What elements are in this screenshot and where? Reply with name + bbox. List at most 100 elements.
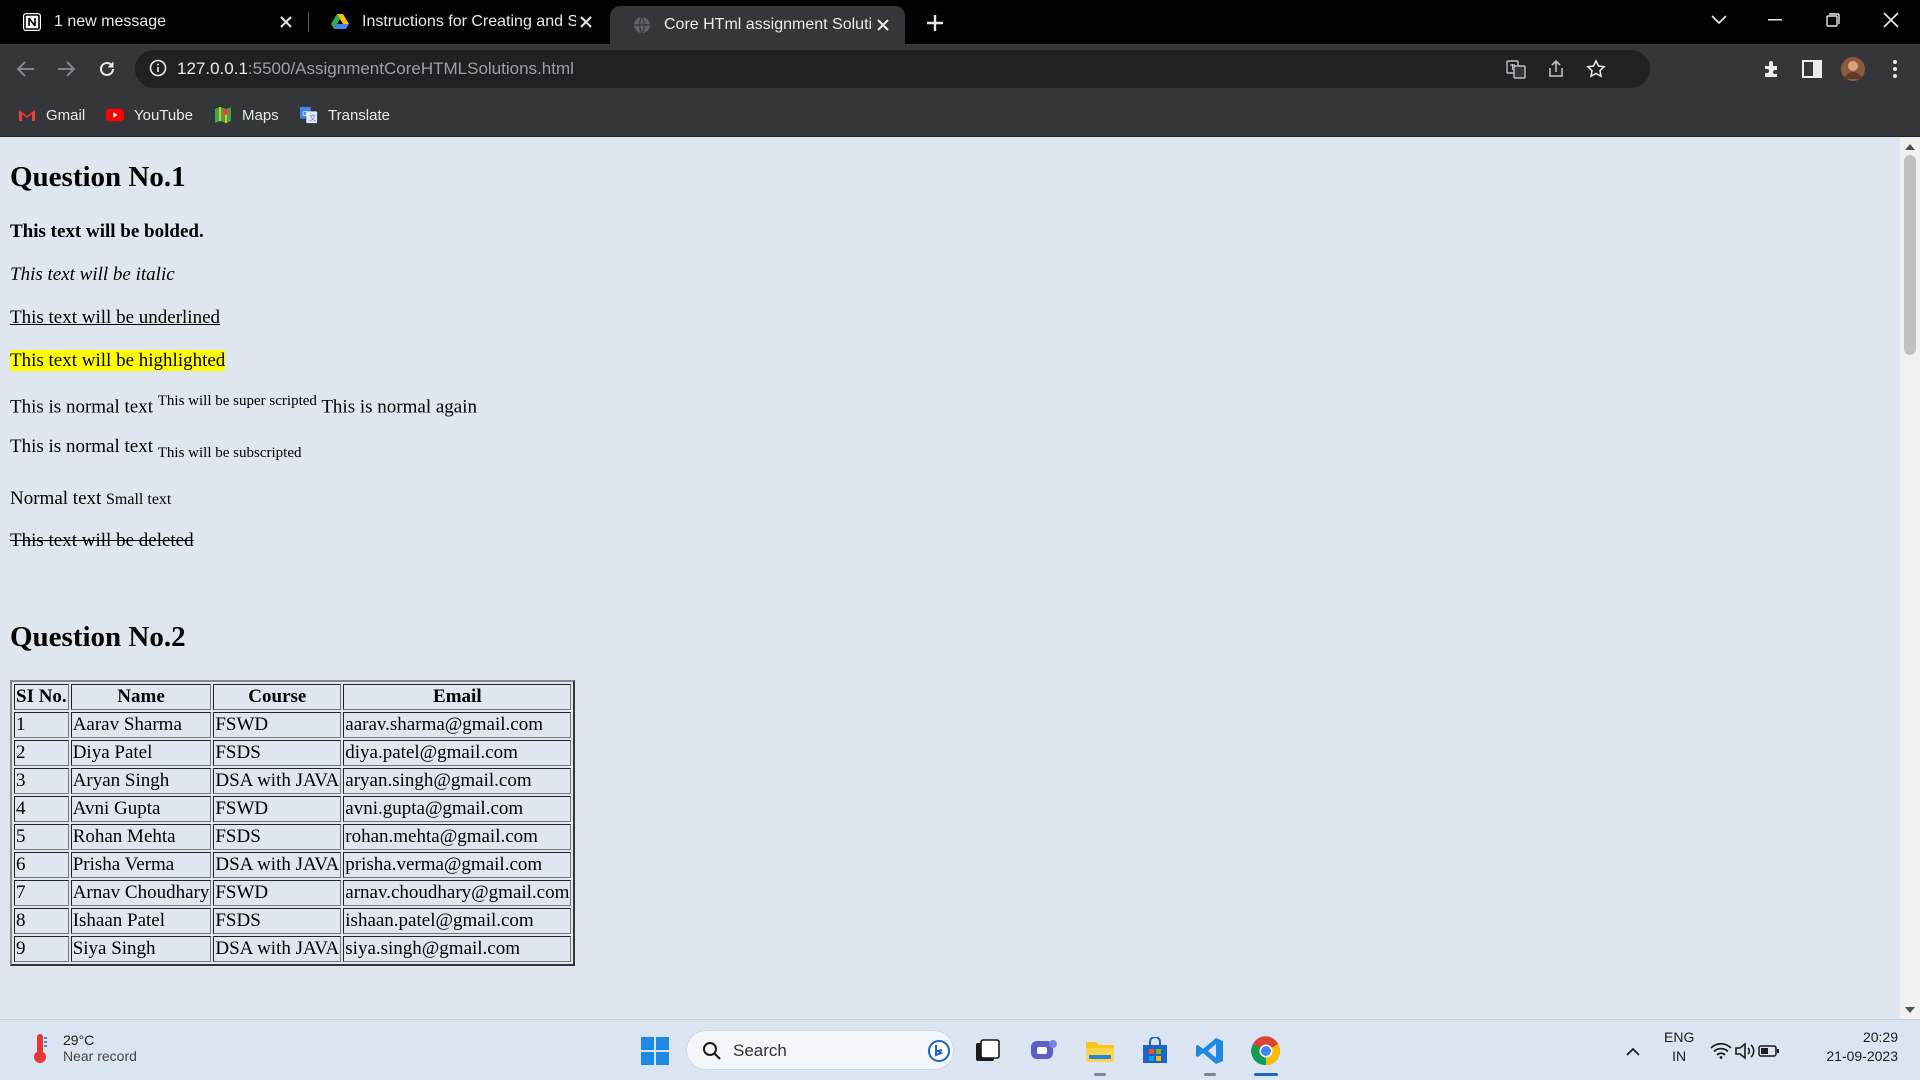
extensions-icon[interactable] bbox=[1757, 54, 1787, 84]
bookmark-translate[interactable]: G文 Translate bbox=[300, 102, 390, 128]
bold-text: This text will be bolded. bbox=[10, 221, 204, 243]
info-icon[interactable] bbox=[149, 59, 169, 79]
tab-2[interactable]: Instructions for Creating and Sub bbox=[308, 0, 608, 44]
bookmark-star-icon[interactable] bbox=[1585, 58, 1607, 80]
subscript-line: This is normal text This will be subscri… bbox=[10, 436, 302, 462]
table-cell: Aarav Sharma bbox=[70, 712, 212, 738]
table-cell: Arnav Choudhary bbox=[70, 880, 212, 906]
table-row: 9 Siya Singh DSA with JAVA siya.singh@gmail… bbox=[14, 936, 572, 962]
address-bar[interactable]: 127.0.0.1:5500/AssignmentCoreHTMLSolutio… bbox=[135, 50, 1650, 88]
clock[interactable]: 20:29 21-09-2023 bbox=[1812, 1028, 1898, 1066]
normal-text-again: This is normal again bbox=[321, 396, 477, 418]
table-cell: Rohan Mehta bbox=[70, 824, 212, 850]
scroll-down-icon[interactable] bbox=[1905, 1005, 1915, 1015]
italic-text-value: This text will be italic bbox=[10, 264, 175, 285]
bookmark-gmail[interactable]: Gmail bbox=[18, 102, 85, 128]
close-icon[interactable] bbox=[276, 12, 296, 32]
table-row: 8 Ishaan Patel FSDS ishaan.patel@gmail.com bbox=[14, 908, 572, 934]
profile-avatar[interactable] bbox=[1838, 54, 1868, 84]
vscode-icon[interactable] bbox=[1191, 1032, 1229, 1070]
new-tab-button[interactable] bbox=[920, 8, 950, 38]
file-explorer-icon[interactable] bbox=[1081, 1032, 1119, 1070]
close-window-button[interactable] bbox=[1866, 0, 1916, 40]
task-view-icon[interactable] bbox=[969, 1032, 1007, 1070]
clock-time: 20:29 bbox=[1862, 1029, 1898, 1045]
start-button[interactable] bbox=[636, 1032, 674, 1070]
deleted-text-value: This text will be deleted bbox=[10, 530, 194, 551]
bookmark-maps[interactable]: Maps bbox=[214, 102, 279, 128]
lang-line-2: IN bbox=[1672, 1048, 1687, 1064]
active-indicator bbox=[1254, 1073, 1278, 1076]
weather-widget[interactable]: 29°C Near record bbox=[25, 1030, 137, 1066]
column-header: Course bbox=[213, 684, 342, 710]
url-path: :5500/AssignmentCoreHTMLSolutions.html bbox=[247, 59, 574, 78]
column-header: SI No. bbox=[14, 684, 69, 710]
question-2-heading: Question No.2 bbox=[10, 621, 186, 653]
tab-search-icon[interactable] bbox=[1694, 0, 1744, 40]
translate-icon: G文 bbox=[300, 106, 318, 124]
vertical-scrollbar[interactable] bbox=[1900, 137, 1920, 1019]
table-cell: 6 bbox=[14, 852, 69, 878]
chrome-icon[interactable] bbox=[1247, 1032, 1285, 1070]
volume-icon bbox=[1733, 1041, 1757, 1061]
weather-desc: Near record bbox=[63, 1048, 137, 1064]
tab-3-active[interactable]: Core HTml assignment Solutions bbox=[610, 6, 905, 44]
menu-icon[interactable] bbox=[1880, 54, 1910, 84]
running-indicator bbox=[1204, 1073, 1216, 1076]
taskbar-search[interactable]: Search bbox=[686, 1030, 954, 1070]
table-cell: Aryan Singh bbox=[70, 768, 212, 794]
wifi-icon bbox=[1709, 1041, 1733, 1061]
tab-title: Instructions for Creating and Sub bbox=[362, 13, 576, 30]
table-cell: 8 bbox=[14, 908, 69, 934]
table-cell: prisha.verma@gmail.com bbox=[343, 852, 572, 878]
table-cell: Diya Patel bbox=[70, 740, 212, 766]
table-cell: arnav.choudhary@gmail.com bbox=[343, 880, 572, 906]
teams-chat-icon[interactable] bbox=[1025, 1032, 1063, 1070]
table-cell: 1 bbox=[14, 712, 69, 738]
share-icon[interactable] bbox=[1545, 58, 1567, 80]
battery-icon bbox=[1757, 1041, 1781, 1061]
table-cell: aryan.singh@gmail.com bbox=[343, 768, 572, 794]
page-viewport: Question No.1 This text will be bolded. … bbox=[0, 137, 1900, 1019]
table-cell: 5 bbox=[14, 824, 69, 850]
table-cell: FSDS bbox=[213, 824, 342, 850]
back-button[interactable] bbox=[10, 53, 42, 85]
highlight-text: This text will be highlighted bbox=[10, 350, 226, 372]
translate-page-icon[interactable] bbox=[1505, 58, 1527, 80]
table-cell: DSA with JAVA bbox=[213, 768, 342, 794]
svg-text:G: G bbox=[302, 109, 308, 118]
globe-icon bbox=[632, 15, 652, 35]
language-indicator[interactable]: ENG IN bbox=[1664, 1028, 1694, 1066]
close-icon[interactable] bbox=[576, 12, 596, 32]
microsoft-store-icon[interactable] bbox=[1136, 1032, 1174, 1070]
table-cell: FSDS bbox=[213, 908, 342, 934]
small-text: Small text bbox=[106, 491, 172, 508]
bing-icon bbox=[927, 1039, 951, 1063]
reload-button[interactable] bbox=[91, 53, 123, 85]
superscript-text: This will be super scripted bbox=[157, 393, 317, 409]
table-cell: rohan.mehta@gmail.com bbox=[343, 824, 572, 850]
table-cell: 4 bbox=[14, 796, 69, 822]
side-panel-icon[interactable] bbox=[1797, 54, 1827, 84]
restore-button[interactable] bbox=[1808, 0, 1858, 40]
table-row: 1 Aarav Sharma FSWD aarav.sharma@gmail.com bbox=[14, 712, 572, 738]
url-host: 127.0.0.1 bbox=[177, 59, 248, 78]
forward-button[interactable] bbox=[50, 53, 82, 85]
table-row: 2 Diya Patel FSDS diya.patel@gmail.com bbox=[14, 740, 572, 766]
bookmarks-bar: Gmail YouTube Maps G文 Translate bbox=[0, 94, 1920, 137]
superscript-line: This is normal text This will be super s… bbox=[10, 393, 477, 418]
bookmark-youtube[interactable]: YouTube bbox=[106, 102, 193, 128]
table-cell: DSA with JAVA bbox=[213, 936, 342, 962]
tab-title: Core HTml assignment Solutions bbox=[664, 16, 873, 33]
system-tray-status[interactable] bbox=[1705, 1032, 1785, 1070]
scrollbar-thumb[interactable] bbox=[1904, 155, 1916, 355]
search-icon bbox=[701, 1040, 723, 1062]
table-cell: aarav.sharma@gmail.com bbox=[343, 712, 572, 738]
question-1-heading: Question No.1 bbox=[10, 161, 186, 193]
scroll-up-icon[interactable] bbox=[1905, 141, 1915, 151]
minimize-button[interactable] bbox=[1750, 0, 1800, 40]
tab-1[interactable]: 1 new message bbox=[0, 0, 308, 44]
close-icon[interactable] bbox=[873, 15, 893, 35]
tab-strip: 1 new message Instructions for Creating … bbox=[0, 0, 1920, 44]
show-hidden-icons-chevron-icon[interactable] bbox=[1614, 1032, 1652, 1070]
